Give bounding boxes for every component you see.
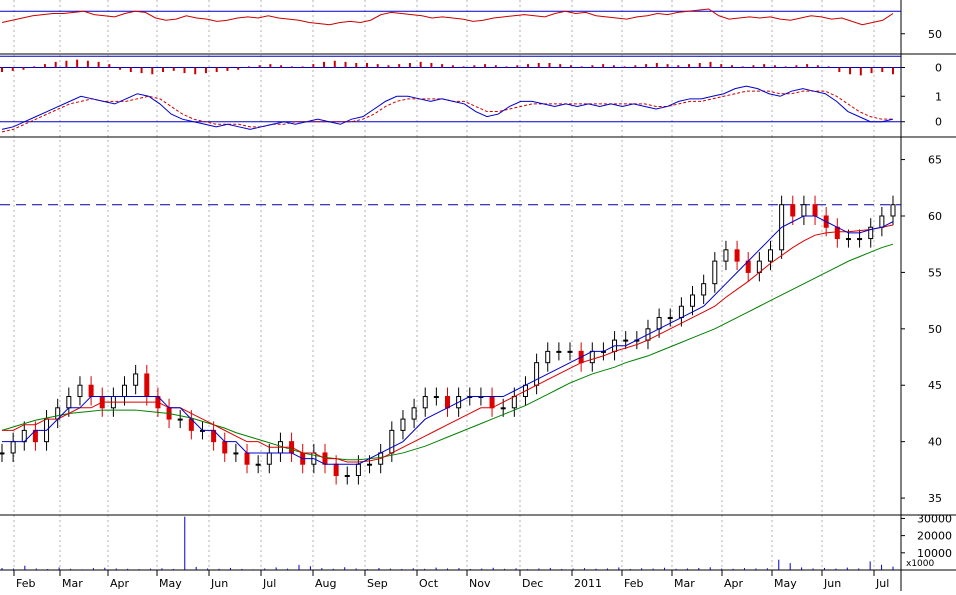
volume-panel [1,516,894,570]
x-tick-label: Apr [724,577,744,590]
price-bar-body [656,317,662,330]
price-bar-body [556,350,562,353]
macd-signal-line [1,90,893,133]
price-bar-body [690,294,696,307]
price-tick-label: 65 [928,154,942,167]
price-bar-body [445,396,450,409]
price-tick-label: 55 [928,266,942,279]
x-tick-label: Jun [823,577,841,590]
price-bar-body [701,283,707,296]
price-bar-body [589,350,595,364]
chart-canvas: 50 0 1 0 65 60 55 50 45 40 35 30000 20000 10000x1000 F… [0,0,956,591]
price-tick-label: 35 [928,492,942,505]
price-bar-body [667,317,673,320]
rsi-tick-label: 50 [928,28,942,41]
price-bar-body [233,452,239,455]
price-bar-body [812,204,818,217]
price-bar-body [144,373,150,398]
x-tick-label: Jun [210,577,228,590]
price-tick-label: 40 [928,436,942,449]
macd-histogram-panel [0,59,901,76]
price-bar-body [122,384,128,398]
volume-tick-label: 10000 [917,547,952,560]
price-tick-label: 50 [928,323,942,336]
price-bar-body [723,249,729,262]
price-bar-body [767,249,773,262]
x-tick-label: Dec [522,577,543,590]
price-tick-label: 45 [928,379,942,392]
price-bar-body [77,384,83,398]
macd-tick-label: 0 [935,116,942,129]
price-bar-body [66,396,72,409]
stock-chart: 50 0 1 0 65 60 55 50 45 40 35 30000 20000 10000 x1000 F… [0,0,956,595]
macd-tick-label: 1 [935,90,942,103]
x-tick-label: Apr [110,577,130,590]
x-tick-label: Oct [419,577,439,590]
price-bar-body [133,373,139,386]
price-bar-body [489,396,495,409]
price-bar-body [511,396,517,409]
macd-panel [0,85,901,133]
price-bar-body [367,463,373,466]
price-bar-body [333,463,339,477]
axes: 50 0 1 0 65 60 55 50 45 40 35 30000 20000 10000x1000 F… [13,28,952,590]
price-bar-body [534,362,540,386]
x-tick-label: Jul [262,577,276,590]
price-bar-body [88,384,94,398]
x-tick-label: May [774,577,797,590]
price-bar-body [845,238,851,241]
price-bar-body [890,204,896,217]
x-tick-label: Mar [62,577,83,590]
price-bar-body [411,407,417,420]
macd-line [1,85,894,130]
price-tick-label: 60 [928,210,942,223]
x-tick-label: Nov [469,577,491,590]
price-bar-body [712,260,718,285]
price-bar-body [545,350,551,364]
price-bar-body [857,238,863,241]
x-tick-label: Feb [16,577,35,590]
price-bar-body [266,452,272,465]
price-bar-body [790,204,796,217]
price-bar-body [400,418,406,431]
price-bar-body [500,407,506,410]
x-tick-label: 2011 [574,577,602,590]
price-bar-body [177,418,183,421]
volume-tick-label: 20000 [917,530,952,543]
price-bar-body [678,305,684,319]
price-bar-body [834,226,840,240]
price-bar-body [389,429,395,454]
price-bar-body [355,463,361,477]
grid [0,0,956,591]
x-tick-label: Mar [674,577,695,590]
price-bar-body [879,215,885,228]
rsi-panel [0,8,901,57]
price-bar-body [344,475,350,478]
x-tick-label: Jul [875,577,889,590]
volume-unit-label: x1000 [906,559,935,569]
price-bar-body [0,452,5,455]
volume-tick-label: 30000 [917,512,952,525]
x-tick-label: Aug [315,577,336,590]
price-bar-body [255,463,261,466]
price-bar-body [567,350,573,353]
price-bar-body [222,441,228,454]
price-bar-body [734,249,740,262]
price-bar-body [623,339,629,342]
x-tick-label: Sep [367,577,388,590]
x-tick-label: Feb [624,577,643,590]
price-bar-body [422,396,428,409]
x-tick-label: May [159,577,182,590]
price-panel [0,195,901,485]
price-bar-body [244,452,250,465]
histogram-tick-label: 0 [935,62,942,75]
price-bar-body [433,396,439,399]
price-bar-body [10,441,16,454]
price-bar-body [801,204,807,217]
